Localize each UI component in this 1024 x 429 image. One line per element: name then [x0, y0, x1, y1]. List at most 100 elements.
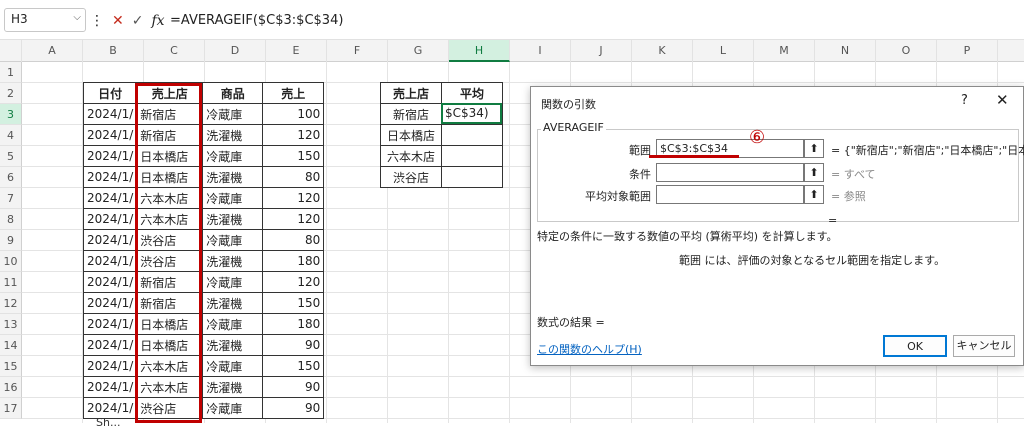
formula-input[interactable]: =AVERAGEIF($C$3:$C$34): [170, 10, 343, 32]
insert-function-icon[interactable]: fx: [151, 13, 164, 29]
table-cell[interactable]: 150: [262, 145, 325, 167]
table-cell[interactable]: 2024/1/: [82, 250, 138, 272]
column-header-k[interactable]: K: [632, 40, 693, 62]
column-header-f[interactable]: F: [327, 40, 388, 62]
help-icon[interactable]: ?: [961, 93, 968, 108]
table-cell[interactable]: 80: [262, 229, 325, 251]
enter-formula-icon[interactable]: ✓: [132, 13, 144, 29]
active-cell[interactable]: $C$34): [441, 103, 502, 124]
table-cell[interactable]: 2024/1/: [82, 124, 138, 146]
table-cell[interactable]: 冷蔵庫: [202, 187, 264, 209]
table-cell[interactable]: 冷蔵庫: [202, 397, 264, 419]
table-cell[interactable]: 2024/1/: [82, 229, 138, 251]
table-cell[interactable]: 90: [262, 334, 325, 356]
collapse-criteria-icon[interactable]: ⬆: [804, 163, 824, 182]
chevron-down-icon[interactable]: ⌵: [73, 12, 81, 23]
close-icon[interactable]: ✕: [996, 91, 1009, 109]
table-cell[interactable]: 2024/1/: [82, 334, 138, 356]
table-cell[interactable]: 120: [262, 271, 325, 293]
row-header-12[interactable]: 12: [0, 293, 22, 314]
row-header-6[interactable]: 6: [0, 167, 22, 188]
column-header-e[interactable]: E: [266, 40, 327, 62]
row-header-4[interactable]: 4: [0, 125, 22, 146]
more-icon[interactable]: ⋮: [90, 13, 104, 29]
column-header-d[interactable]: D: [205, 40, 266, 62]
table-cell[interactable]: 120: [262, 124, 325, 146]
column-header-i[interactable]: I: [510, 40, 571, 62]
table-cell[interactable]: 120: [262, 208, 325, 230]
row-header-5[interactable]: 5: [0, 146, 22, 167]
table-cell[interactable]: 冷蔵庫: [202, 145, 264, 167]
row-header-1[interactable]: 1: [0, 62, 22, 83]
table-cell[interactable]: 冷蔵庫: [202, 271, 264, 293]
collapse-range-icon[interactable]: ⬆: [804, 139, 824, 158]
table-cell[interactable]: 90: [262, 397, 325, 419]
collapse-average-range-icon[interactable]: ⬆: [804, 185, 824, 204]
ok-button[interactable]: OK: [883, 335, 947, 357]
select-all-corner[interactable]: [0, 40, 22, 62]
row-header-17[interactable]: 17: [0, 398, 22, 419]
column-header-n[interactable]: N: [815, 40, 876, 62]
column-header-m[interactable]: M: [754, 40, 815, 62]
table-cell[interactable]: 150: [262, 355, 325, 377]
row-header-13[interactable]: 13: [0, 314, 22, 335]
row-header-9[interactable]: 9: [0, 230, 22, 251]
table-cell[interactable]: 2024/1/: [82, 166, 138, 188]
column-header-j[interactable]: J: [571, 40, 632, 62]
table-cell[interactable]: 100: [262, 103, 325, 125]
column-header-c[interactable]: C: [144, 40, 205, 62]
table-cell[interactable]: 冷蔵庫: [202, 229, 264, 251]
criteria-input[interactable]: [656, 163, 804, 182]
row-header-14[interactable]: 14: [0, 335, 22, 356]
column-header-g[interactable]: G: [388, 40, 449, 62]
column-header-q[interactable]: Q: [998, 40, 1024, 62]
table-cell[interactable]: 洗濯機: [202, 292, 264, 314]
row-header-11[interactable]: 11: [0, 272, 22, 293]
table-cell[interactable]: 2024/1/: [82, 208, 138, 230]
row-header-7[interactable]: 7: [0, 188, 22, 209]
table-cell[interactable]: 洗濯機: [202, 208, 264, 230]
average-cell[interactable]: [441, 145, 503, 167]
column-header-h[interactable]: H: [449, 40, 510, 62]
table-cell[interactable]: 180: [262, 313, 325, 335]
row-header-3[interactable]: 3: [0, 104, 22, 125]
table-cell[interactable]: 90: [262, 376, 325, 398]
table-cell[interactable]: 2024/1/: [82, 145, 138, 167]
table-cell[interactable]: 150: [262, 292, 325, 314]
table-cell[interactable]: 洗濯機: [202, 124, 264, 146]
store-cell[interactable]: 六本木店: [380, 145, 442, 167]
row-header-16[interactable]: 16: [0, 377, 22, 398]
table-cell[interactable]: 2024/1/: [82, 376, 138, 398]
store-cell[interactable]: 渋谷店: [380, 166, 442, 188]
store-cell[interactable]: 日本橋店: [380, 124, 442, 146]
average-range-input[interactable]: [656, 185, 804, 204]
table-cell[interactable]: 洗濯機: [202, 376, 264, 398]
table-cell[interactable]: 2024/1/: [82, 292, 138, 314]
row-header-15[interactable]: 15: [0, 356, 22, 377]
row-header-10[interactable]: 10: [0, 251, 22, 272]
column-header-a[interactable]: A: [22, 40, 83, 62]
average-cell[interactable]: [441, 124, 503, 146]
row-header-8[interactable]: 8: [0, 209, 22, 230]
row-header-2[interactable]: 2: [0, 83, 22, 104]
table-cell[interactable]: 120: [262, 187, 325, 209]
column-header-l[interactable]: L: [693, 40, 754, 62]
table-cell[interactable]: 2024/1/: [82, 313, 138, 335]
table-cell[interactable]: 冷蔵庫: [202, 313, 264, 335]
table-cell[interactable]: 洗濯機: [202, 250, 264, 272]
table-cell[interactable]: 洗濯機: [202, 166, 264, 188]
help-link[interactable]: この関数のヘルプ(H): [537, 341, 642, 357]
store-cell[interactable]: 新宿店: [380, 103, 442, 125]
column-header-p[interactable]: P: [937, 40, 998, 62]
table-cell[interactable]: 冷蔵庫: [202, 103, 264, 125]
cancel-formula-icon[interactable]: ✕: [112, 13, 124, 29]
cancel-button[interactable]: キャンセル: [953, 335, 1015, 357]
table-cell[interactable]: 2024/1/: [82, 355, 138, 377]
column-header-b[interactable]: B: [83, 40, 144, 62]
table-cell[interactable]: 2024/1/: [82, 103, 138, 125]
table-cell[interactable]: 80: [262, 166, 325, 188]
table-cell[interactable]: 180: [262, 250, 325, 272]
column-header-o[interactable]: O: [876, 40, 937, 62]
table-cell[interactable]: 冷蔵庫: [202, 355, 264, 377]
table-cell[interactable]: 洗濯機: [202, 334, 264, 356]
